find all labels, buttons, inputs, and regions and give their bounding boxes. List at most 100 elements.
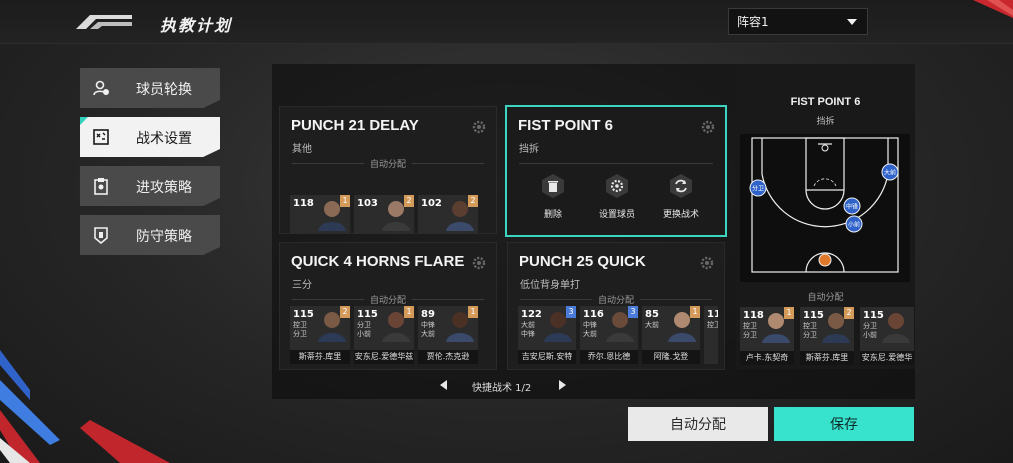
court-position-label: 中锋	[846, 203, 858, 211]
decorative-stripes	[0, 350, 170, 463]
auto-assign-button[interactable]: 自动分配	[628, 407, 768, 441]
sidebar-item-label: 球员轮换	[136, 82, 192, 98]
shield-icon	[94, 227, 108, 244]
player-position: 控卫 分卫	[293, 321, 307, 338]
page-title: 执教计划	[160, 16, 233, 35]
player-rating: 102	[421, 198, 442, 209]
player-settings-icon	[606, 174, 628, 198]
player-position: 控卫	[707, 321, 718, 329]
tactic-title: PUNCH 21 DELAY	[291, 117, 419, 134]
game-logo	[76, 15, 132, 29]
tactic-card-selected[interactable]: FIST POINT 6 挡拆 删除 设置球员 更换战术	[505, 105, 727, 237]
player-rating: 85	[645, 309, 659, 320]
player-name: 贾伦.杰克逊	[418, 350, 478, 364]
preview-player-row: 118 控卫 分卫 1 卢卡.东契奇 115 控卫 分卫 2 斯蒂芬.库里 11…	[740, 307, 915, 365]
player-card[interactable]: 118 控卫 分卫 1 卢卡.东契奇	[740, 307, 794, 365]
player-position: 控卫 分卫	[803, 322, 817, 339]
player-card[interactable]: 115 控卫 分卫 2 斯蒂芬.库里	[290, 306, 350, 364]
lineup-select[interactable]: 阵容1	[728, 8, 868, 35]
player-card[interactable]: 116 中锋 大前 3 乔尔.恩比德	[580, 306, 638, 364]
tactic-card[interactable]: QUICK 4 HORNS FLARE 三分 自动分配 115 控卫 分卫 2 …	[279, 242, 497, 370]
player-card[interactable]: 11 控卫	[704, 306, 718, 364]
sidebar-item-offense[interactable]: 进攻策略	[80, 166, 220, 206]
tactic-preview-panel: FIST POINT 6 挡拆 分卫 大前 中锋 小前 自动分配 118 控卫 分卫 …	[736, 64, 915, 369]
sidebar-item-label: 战术设置	[136, 131, 192, 147]
action-label: 设置球员	[598, 210, 635, 220]
player-portrait	[882, 313, 910, 343]
lineup-select-value: 阵容1	[737, 15, 769, 29]
gear-icon[interactable]	[701, 120, 715, 134]
player-card[interactable]: 118 1	[290, 195, 350, 233]
tactic-type: 三分	[292, 280, 312, 291]
player-position: 大前 中锋	[521, 321, 535, 338]
player-card[interactable]: 115 控卫 分卫 2 斯蒂芬.库里	[800, 307, 854, 365]
player-badge: 3	[566, 306, 576, 318]
player-card[interactable]: 102 2	[418, 195, 478, 233]
player-name: 安东尼.爱德华兹	[354, 350, 414, 364]
player-name: 斯蒂芬.库里	[290, 350, 350, 364]
player-position: 控卫 分卫	[743, 322, 757, 339]
delete-button[interactable]: 删除	[523, 173, 583, 220]
save-button[interactable]: 保存	[774, 407, 914, 441]
tactics-board-icon	[93, 129, 109, 145]
player-name: 斯蒂芬.库里	[800, 351, 854, 365]
court-position-marker: 小前	[845, 215, 863, 233]
gear-icon[interactable]	[472, 256, 486, 270]
tactic-title: FIST POINT 6	[518, 117, 614, 134]
gear-icon[interactable]	[700, 256, 714, 270]
court-position-marker: 中锋	[843, 197, 861, 215]
auto-assign-label: 自动分配	[280, 157, 496, 170]
tactic-card[interactable]: PUNCH 21 DELAY 其他 自动分配 118 1 103 2 102 2	[279, 106, 497, 234]
player-rating: 118	[743, 310, 764, 321]
player-rotation-icon	[93, 80, 109, 96]
sidebar-item-label: 进攻策略	[136, 180, 192, 196]
player-card[interactable]: 115 分卫 小前 安东尼.爱德华兹	[860, 307, 914, 365]
pager-label: 快捷战术 1/2	[472, 383, 532, 394]
auto-assign-text: 自动分配	[363, 160, 412, 170]
player-badge: 2	[340, 306, 350, 318]
trash-icon	[542, 174, 564, 198]
player-card[interactable]: 103 2	[354, 195, 414, 233]
player-card[interactable]: 122 大前 中锋 3 吉安尼斯.安特托昆博	[518, 306, 576, 364]
auto-assign-label: 自动分配	[807, 293, 844, 303]
player-badge: 2	[468, 195, 478, 207]
preview-type: 挡拆	[816, 117, 835, 127]
auto-assign-text: 自动分配	[363, 296, 412, 306]
clipboard-icon	[94, 178, 108, 195]
gear-icon[interactable]	[472, 120, 486, 134]
player-rating: 115	[803, 310, 824, 321]
court-position-label: 分卫	[752, 185, 764, 193]
player-badge: 3	[628, 306, 638, 318]
set-players-button[interactable]: 设置球员	[587, 173, 647, 220]
tactic-actions: 删除 设置球员 更换战术	[507, 173, 725, 223]
player-name: 卢卡.东契奇	[740, 351, 794, 365]
player-row: 115 控卫 分卫 2 斯蒂芬.库里 115 分卫 小前 1 安东尼.爱德华兹 …	[290, 306, 490, 364]
player-badge: 1	[404, 306, 414, 318]
player-card[interactable]: 89 中锋 大前 1 贾伦.杰克逊	[418, 306, 478, 364]
player-card[interactable]: 85 大前 1 阿隆.戈登	[642, 306, 700, 364]
change-tactic-button[interactable]: 更换战术	[651, 173, 711, 220]
player-rating: 89	[421, 309, 435, 320]
player-badge: 1	[784, 307, 794, 319]
player-row: 118 1 103 2 102 2	[290, 195, 490, 233]
player-name: 吉安尼斯.安特托昆博	[518, 350, 576, 364]
divider	[519, 163, 713, 164]
pager-prev-button[interactable]	[440, 380, 447, 390]
player-card[interactable]: 115 分卫 小前 1 安东尼.爱德华兹	[354, 306, 414, 364]
tactic-card[interactable]: PUNCH 25 QUICK 低位背身单打 自动分配 122 大前 中锋 3 吉…	[507, 242, 725, 370]
sidebar-item-defense[interactable]: 防守策略	[80, 215, 220, 255]
sidebar-item-player-rotation[interactable]: 球员轮换	[80, 68, 220, 108]
player-name: 阿隆.戈登	[642, 350, 700, 364]
player-rating: 115	[293, 309, 314, 320]
sidebar-item-tactics[interactable]: 战术设置	[80, 117, 220, 157]
court-diagram: 分卫 大前中锋小前	[740, 134, 910, 282]
action-label: 更换战术	[662, 210, 699, 220]
player-badge: 2	[404, 195, 414, 207]
player-position: 中锋 大前	[583, 321, 597, 338]
action-label: 删除	[543, 210, 562, 220]
player-name: 乔尔.恩比德	[580, 350, 638, 364]
pager-next-button[interactable]	[559, 380, 566, 390]
player-position: 分卫 小前	[357, 321, 371, 338]
auto-assign-label: 自动分配	[508, 293, 724, 306]
player-rating: 11	[707, 309, 718, 320]
